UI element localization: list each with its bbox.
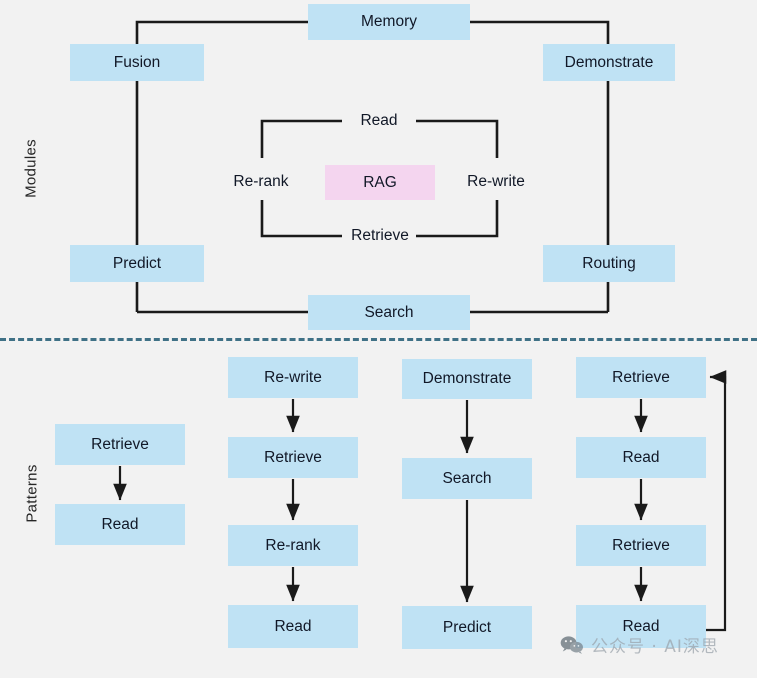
ring-label-re-rank[interactable]: Re-rank xyxy=(216,169,306,195)
pattern1-step-retrieve[interactable]: Retrieve xyxy=(55,424,185,465)
wechat-icon xyxy=(560,635,583,654)
module-box-predict[interactable]: Predict xyxy=(70,245,204,282)
pattern2-step-read[interactable]: Read xyxy=(228,605,358,648)
pattern3-step-search[interactable]: Search xyxy=(402,458,532,499)
module-box-demonstrate[interactable]: Demonstrate xyxy=(543,44,675,81)
pattern3-step-predict[interactable]: Predict xyxy=(402,606,532,649)
module-box-routing[interactable]: Routing xyxy=(543,245,675,282)
pattern2-step-re-write[interactable]: Re-write xyxy=(228,357,358,398)
pattern2-step-re-rank[interactable]: Re-rank xyxy=(228,525,358,566)
ring-label-read[interactable]: Read xyxy=(342,108,416,134)
pattern3-step-demonstrate[interactable]: Demonstrate xyxy=(402,359,532,399)
pattern4-step-read-1[interactable]: Read xyxy=(576,437,706,478)
module-box-rag-center[interactable]: RAG xyxy=(325,165,435,200)
diagram-canvas: Modules Patterns Memory Demonstrate Rout… xyxy=(0,0,757,678)
pattern4-step-retrieve-1[interactable]: Retrieve xyxy=(576,357,706,398)
pattern4-step-retrieve-2[interactable]: Retrieve xyxy=(576,525,706,566)
pattern1-step-read[interactable]: Read xyxy=(55,504,185,545)
watermark-text: 公众号 · AI深思 xyxy=(591,637,719,657)
pattern2-step-retrieve[interactable]: Retrieve xyxy=(228,437,358,478)
module-box-search[interactable]: Search xyxy=(308,295,470,330)
ring-label-retrieve[interactable]: Retrieve xyxy=(336,223,424,249)
watermark: 公众号 · AI深思 xyxy=(560,632,719,657)
section-label-patterns: Patterns xyxy=(23,464,41,523)
ring-label-re-write[interactable]: Re-write xyxy=(450,169,542,195)
module-box-memory[interactable]: Memory xyxy=(308,4,470,40)
section-divider xyxy=(0,338,757,341)
module-box-fusion[interactable]: Fusion xyxy=(70,44,204,81)
section-label-modules: Modules xyxy=(22,139,40,198)
